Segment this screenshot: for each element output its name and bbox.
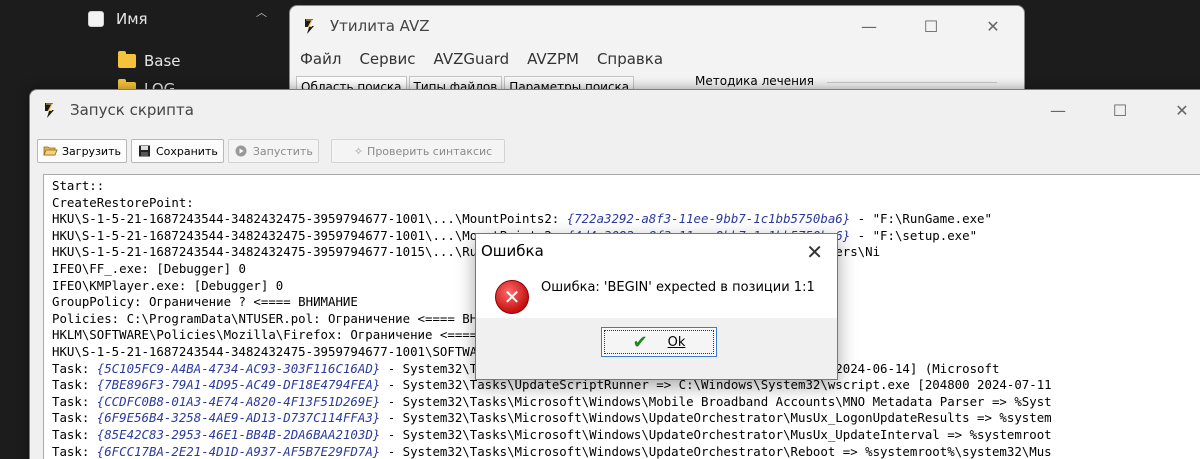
code-text: HKU\S-1-5-21-1687243544-3482432475-39597… xyxy=(52,211,567,227)
avz-window-title: Утилита AVZ xyxy=(330,17,430,35)
menu-avzguard[interactable]: AVZGuard xyxy=(434,50,510,68)
load-label: Загрузить xyxy=(62,144,121,158)
dialog-footer: ✔ Ok xyxy=(476,318,837,379)
code-text: Start:: xyxy=(52,178,105,193)
code-line: Task: {85E42C83-2953-46E1-BB4B-2DA6BAA21… xyxy=(52,427,1052,444)
avz-app-icon xyxy=(305,19,314,34)
save-button[interactable]: Сохранить xyxy=(130,139,224,163)
close-icon[interactable]: ✕ xyxy=(806,240,823,264)
column-header-name[interactable]: Имя xyxy=(88,10,148,28)
folder-icon xyxy=(118,51,136,68)
code-guid: {5C105FC9-A4BA-4734-AC93-303F116C16AD} xyxy=(96,360,381,376)
code-text: - System32\Tasks\Microsoft\Windows\Updat… xyxy=(380,443,1052,459)
checkmark-icon: ✔ xyxy=(632,331,648,353)
menu-avzpm[interactable]: AVZPM xyxy=(527,50,579,68)
treatment-group-label: Методика лечения xyxy=(695,74,997,88)
folder-label: Base xyxy=(144,52,181,70)
dialog-titlebar[interactable]: Ошибка ✕ xyxy=(476,234,837,268)
play-icon xyxy=(235,145,247,157)
menu-service[interactable]: Сервис xyxy=(359,50,415,68)
dialog-message: Ошибка: 'BEGIN' expected в позиции 1:1 xyxy=(541,280,815,295)
code-text: - System32\Tasks\Microsoft\Windows\Updat… xyxy=(380,426,1052,442)
code-text: IFEO\KMPlayer.exe: [Debugger] 0 xyxy=(52,277,284,293)
save-label: Сохранить xyxy=(155,144,218,158)
code-text: HKLM\SOFTWARE\Policies\Mozilla\Firefox: … xyxy=(52,327,545,343)
code-text: GroupPolicy: Ограничение ? <==== ВНИМАНИ… xyxy=(52,294,358,310)
open-folder-icon xyxy=(43,146,58,156)
script-toolbar: Загрузить Сохранить Запустить ✧ Проверит… xyxy=(37,139,1200,163)
run-button[interactable]: Запустить xyxy=(227,139,319,163)
code-text: - "F:\setup.exe" xyxy=(850,227,978,243)
dialog-body: ✕ Ошибка: 'BEGIN' expected в позиции 1:1 xyxy=(476,268,837,318)
minimize-icon[interactable]: — xyxy=(1027,90,1089,130)
check-syntax-label: Проверить синтаксис xyxy=(367,144,493,158)
code-guid: {6F9E56B4-3258-4AE9-AD13-D737C114FFA3} xyxy=(96,410,381,426)
select-all-checkbox[interactable] xyxy=(88,11,104,27)
code-line: Task: {CCDFC0B8-01A3-4E74-A820-4F13F51D2… xyxy=(52,394,1052,411)
close-icon[interactable]: ✕ xyxy=(1151,90,1200,130)
maximize-icon[interactable]: ☐ xyxy=(1089,90,1151,130)
script-titlebar[interactable]: Запуск скрипта — ☐ ✕ xyxy=(30,90,1200,130)
code-text: Task: xyxy=(52,410,97,426)
code-text: CreateRestorePoint: xyxy=(52,194,194,210)
avz-menubar: Файл Сервис AVZGuard AVZPM Справка xyxy=(300,46,1024,72)
error-icon: ✕ xyxy=(495,280,529,314)
check-syntax-icon: ✧ xyxy=(353,144,364,158)
minimize-icon[interactable]: — xyxy=(838,6,900,46)
code-guid: {CCDFC0B8-01A3-4E74-A820-4F13F51D269E} xyxy=(96,393,381,409)
code-guid: {6FCC17BA-2E21-4D1D-A937-AF5B7E29FD7A} xyxy=(96,443,381,459)
code-line: HKU\S-1-5-21-1687243544-3482432475-39597… xyxy=(52,211,1052,228)
load-button[interactable]: Загрузить xyxy=(37,139,127,163)
code-text: Policies: C:\ProgramData\NTUSER.pol: Огр… xyxy=(52,310,522,326)
code-guid: {85E42C83-2953-46E1-BB4B-2DA6BAA2103D} xyxy=(96,426,381,442)
avz-titlebar[interactable]: Утилита AVZ — ☐ ✕ xyxy=(290,6,1024,46)
code-line: CreateRestorePoint: xyxy=(52,195,1052,212)
run-label: Запустить xyxy=(252,144,313,158)
code-line: Task: {6F9E56B4-3258-4AE9-AD13-D737C114F… xyxy=(52,410,1052,427)
ok-label: Ok xyxy=(667,334,686,350)
code-text: Task: xyxy=(52,360,97,376)
code-text: - "F:\RunGame.exe" xyxy=(850,211,992,227)
code-line: Start:: xyxy=(52,178,1052,195)
code-text: - System32\Tasks\Microsoft\Windows\Mobil… xyxy=(380,393,1052,409)
folder-item-base[interactable]: Base xyxy=(118,51,181,70)
code-guid: {722a3292-a8f3-11ee-9bb7-1c1bb5750ba6} xyxy=(566,211,851,227)
check-syntax-button[interactable]: ✧ Проверить синтаксис xyxy=(330,139,506,163)
code-text: Task: xyxy=(52,393,97,409)
floppy-disk-icon xyxy=(138,145,150,157)
script-window-title: Запуск скрипта xyxy=(70,101,194,119)
maximize-icon[interactable]: ☐ xyxy=(900,6,962,46)
code-text: - System32\Tasks\Microsoft\Windows\Updat… xyxy=(380,410,1052,426)
close-icon[interactable]: ✕ xyxy=(962,6,1024,46)
code-text: Task: xyxy=(52,377,97,393)
menu-help[interactable]: Справка xyxy=(597,50,663,68)
code-text: IFEO\FF_.exe: [Debugger] 0 xyxy=(52,260,246,276)
error-dialog: Ошибка ✕ ✕ Ошибка: 'BEGIN' expected в по… xyxy=(475,233,838,380)
code-line: Task: {6FCC17BA-2E21-4D1D-A937-AF5B7E29F… xyxy=(52,444,1052,459)
dialog-title: Ошибка xyxy=(481,242,544,260)
collapse-chevron-icon[interactable]: ︿ xyxy=(256,4,267,20)
code-guid: {7BE896F3-79A1-4D95-AC49-DF18E4794FEA} xyxy=(96,377,381,393)
code-text: Task: xyxy=(52,426,97,442)
ok-button[interactable]: ✔ Ok xyxy=(601,327,717,357)
code-text: Task: xyxy=(52,443,97,459)
menu-file[interactable]: Файл xyxy=(300,50,341,68)
column-header-label: Имя xyxy=(116,10,148,28)
avz-app-icon xyxy=(45,103,54,118)
